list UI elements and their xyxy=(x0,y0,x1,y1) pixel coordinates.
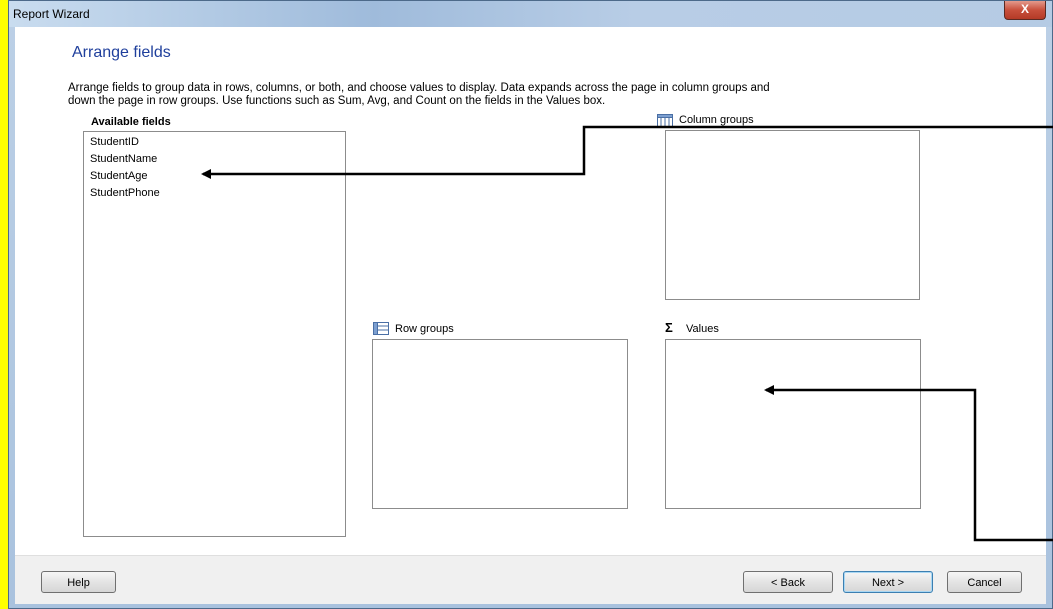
description-line-1: Arrange fields to group data in rows, co… xyxy=(68,82,770,94)
values-box[interactable] xyxy=(665,339,921,509)
list-item[interactable]: StudentID xyxy=(90,136,139,148)
row-groups-box[interactable] xyxy=(372,339,628,509)
list-item[interactable]: StudentName xyxy=(90,153,157,165)
report-wizard-window: Report Wizard X Arrange fields Arrange f… xyxy=(8,0,1053,609)
column-groups-box[interactable] xyxy=(665,130,920,300)
sigma-icon: Σ xyxy=(665,320,673,335)
table-rows-icon xyxy=(373,322,389,340)
title-bar[interactable]: Report Wizard X xyxy=(9,1,1052,27)
page-title: Arrange fields xyxy=(72,44,171,61)
available-fields-list[interactable]: StudentID StudentName StudentAge Student… xyxy=(83,131,346,537)
page-description: Arrange fields to group data in rows, co… xyxy=(68,82,1028,108)
list-item[interactable]: StudentPhone xyxy=(90,187,160,199)
available-fields-label: Available fields xyxy=(91,116,171,128)
values-label: Values xyxy=(686,323,719,335)
back-button[interactable]: < Back xyxy=(743,571,833,593)
description-line-2: down the page in row groups. Use functio… xyxy=(68,95,606,107)
row-groups-label: Row groups xyxy=(395,323,454,335)
column-groups-label: Column groups xyxy=(679,114,754,126)
close-button[interactable]: X xyxy=(1004,1,1046,20)
wizard-footer: Help < Back Next > Cancel xyxy=(15,555,1046,604)
cancel-button[interactable]: Cancel xyxy=(947,571,1022,593)
help-button[interactable]: Help xyxy=(41,571,116,593)
list-item[interactable]: StudentAge xyxy=(90,170,148,182)
next-button[interactable]: Next > xyxy=(843,571,933,593)
window-title: Report Wizard xyxy=(13,7,90,21)
wizard-content: Arrange fields Arrange fields to group d… xyxy=(15,27,1046,604)
